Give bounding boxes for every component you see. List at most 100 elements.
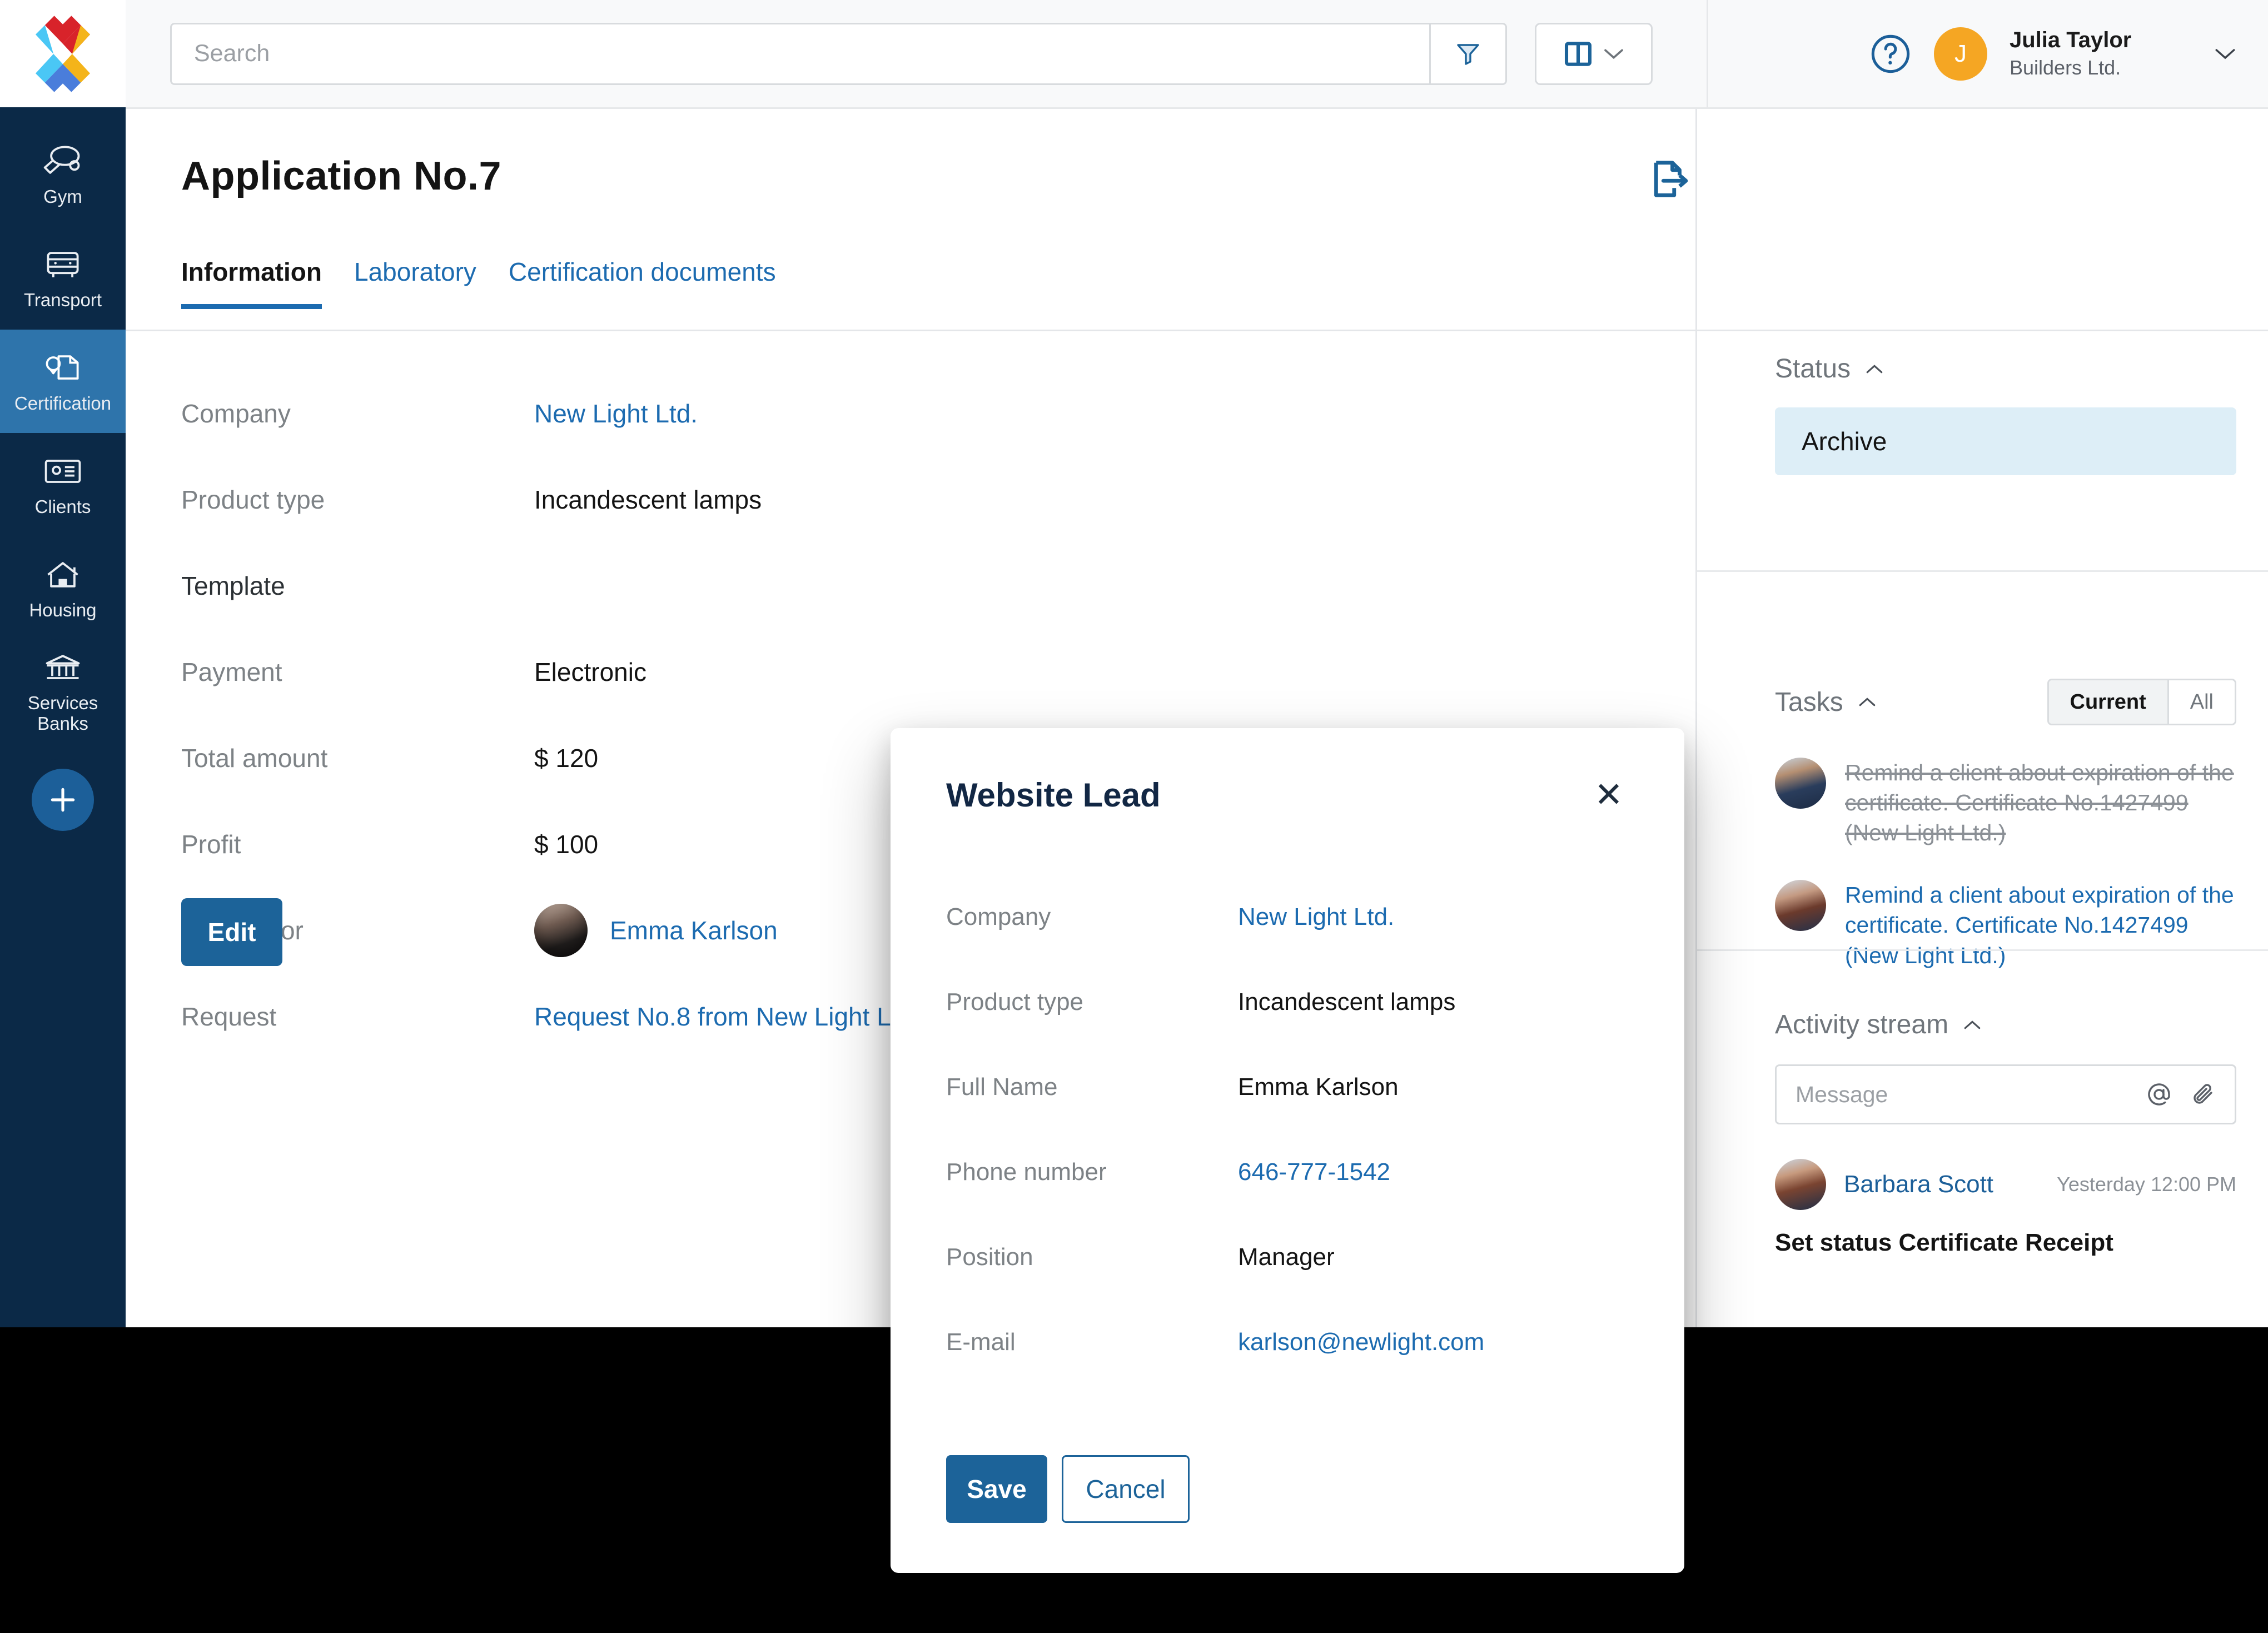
add-button[interactable] [32,769,94,831]
field-value-payment: Electronic [534,657,646,686]
tab-information[interactable]: Information [181,257,322,309]
modal-field-value-position: Manager [1238,1243,1335,1271]
two-column-layout-icon [1564,41,1592,66]
user-menu-chevron-down-icon[interactable] [2214,47,2237,61]
message-box [1775,1064,2236,1124]
cancel-button[interactable]: Cancel [1062,1455,1190,1523]
at-sign-icon[interactable] [2146,1081,2172,1108]
sidebar-item-certification[interactable]: Certification [0,330,126,433]
page-title: Application No.7 [181,154,502,198]
user-identity: Julia Taylor Builders Ltd. [2010,28,2191,79]
tab-bar: Information Laboratory Certification doc… [181,257,776,309]
tasks-header: Tasks Current All [1775,679,2236,725]
x-logo-icon [36,15,90,92]
field-label: Request [181,1002,277,1031]
task-author-avatar [1775,758,1826,809]
modal-field-label: Product type [946,988,1084,1015]
right-panel: Status Archive Tasks Current All Remind … [1695,109,2268,1327]
tasks-title: Tasks [1775,687,1843,717]
modal-field-product-type: Product type Incandescent lamps [946,959,1684,1044]
supervisor-cell: Emma Karlson [534,903,778,957]
sidebar-item-transport[interactable]: Transport [0,226,126,330]
status-badge[interactable]: Archive [1775,407,2236,475]
sidebar-item-label: Transport [24,289,102,310]
bank-building-icon [46,655,80,679]
house-icon [47,561,78,588]
bus-icon [47,251,79,277]
field-label: Company [181,399,291,428]
user-org: Builders Ltd. [2010,56,2121,79]
status-header: Status [1775,354,2236,384]
task-text[interactable]: Remind a client about expiration of the … [1845,758,2236,848]
modal-field-label: Company [946,903,1051,930]
question-circle-icon[interactable] [1869,33,1912,75]
modal-field-value-full-name: Emma Karlson [1238,1073,1399,1101]
field-payment: Payment Electronic [181,629,1515,715]
task-text[interactable]: Remind a client about expiration of the … [1845,880,2236,970]
top-bar: J Julia Taylor Builders Ltd. [0,0,2268,109]
save-button[interactable]: Save [946,1455,1047,1523]
search-input[interactable] [170,22,1429,85]
paperclip-icon[interactable] [2189,1081,2216,1108]
modal-title: Website Lead [946,776,1161,814]
activity-author-avatar [1775,1159,1826,1210]
tasks-chevron-up-icon[interactable] [1858,696,1877,708]
certificate-document-icon [46,355,79,380]
status-chevron-up-icon[interactable] [1865,363,1884,375]
activity-author-name[interactable]: Barbara Scott [1844,1171,1993,1198]
sidebar-item-clients[interactable]: Clients [0,433,126,536]
modal-field-email: E-mail karlson@newlight.com [946,1300,1684,1385]
activity-timestamp: Yesterday 12:00 PM [2057,1173,2236,1196]
filter-button[interactable] [1429,22,1507,85]
tasks-filter-current[interactable]: Current [2048,680,2167,724]
tasks-filter-all[interactable]: All [2167,680,2235,724]
field-product-type: Product type Incandescent lamps [181,456,1515,542]
field-value-company-link[interactable]: New Light Ltd. [534,399,698,429]
chevron-down-icon [1604,49,1623,59]
activity-chevron-up-icon[interactable] [1963,1019,1982,1031]
modal-header: Website Lead ✕ [891,728,1684,814]
search-bar [170,22,1507,85]
task-item: Remind a client about expiration of the … [1775,758,2236,848]
close-icon[interactable]: ✕ [1594,778,1623,813]
activity-entry: Barbara Scott Yesterday 12:00 PM Set sta… [1775,1159,2236,1257]
message-input[interactable] [1796,1081,2129,1108]
supervisor-avatar [534,903,588,957]
tasks-section: Tasks Current All Remind a client about … [1775,679,2236,970]
sidebar-item-gym[interactable]: Gym [0,123,126,226]
task-item: Remind a client about expiration of the … [1775,880,2236,970]
modal-field-value-company-link[interactable]: New Light Ltd. [1238,903,1394,931]
field-value-supervisor-link[interactable]: Emma Karlson [610,915,778,945]
export-button[interactable] [1642,152,1695,206]
user-avatar[interactable]: J [1934,27,1987,81]
field-label: Product type [181,485,325,514]
sidebar: Gym Transport Certification Clients Hous… [0,107,126,1327]
modal-field-phone-number: Phone number 646-777-1542 [946,1129,1684,1214]
sidebar-item-housing[interactable]: Housing [0,536,126,640]
tab-divider [126,330,1695,331]
tab-laboratory[interactable]: Laboratory [354,257,476,309]
field-label: Profit [181,829,241,859]
modal-field-value-email-link[interactable]: karlson@newlight.com [1238,1328,1484,1356]
plus-icon [51,788,75,812]
view-mode-button[interactable] [1535,22,1653,85]
right-panel-top-divider [1697,330,2268,331]
modal-field-position: Position Manager [946,1214,1684,1300]
field-label: Total amount [181,743,328,773]
edit-button[interactable]: Edit [181,898,282,966]
tab-certification-documents[interactable]: Certification documents [509,257,776,309]
modal-field-label: Position [946,1243,1033,1271]
field-value-request-link[interactable]: Request No.8 from New Light Ltd. [534,1002,919,1032]
field-company: Company New Light Ltd. [181,370,1515,456]
modal-field-value-phone-link[interactable]: 646-777-1542 [1238,1158,1390,1186]
tasks-filter-toggle: Current All [2047,679,2236,725]
app-logo[interactable] [0,0,126,107]
sidebar-item-label: Certification [14,392,112,414]
app-window: J Julia Taylor Builders Ltd. Gym [0,0,2268,1573]
activity-stream-section: Activity stream Barbara Scott [1775,1009,2236,1257]
sidebar-item-services-banks[interactable]: Services Banks [0,640,126,743]
sidebar-item-label: Services Banks [27,693,98,734]
activity-header: Activity stream [1775,1009,2236,1040]
field-label: Template [181,571,285,600]
modal-field-label: Full Name [946,1073,1058,1101]
